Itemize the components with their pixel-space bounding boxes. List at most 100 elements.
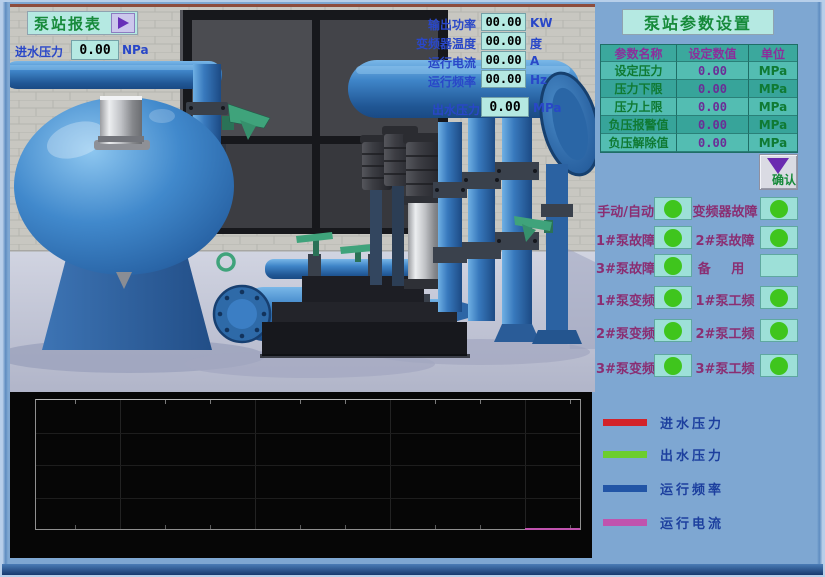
- table-row: 设定压力 0.00 MPa: [601, 62, 797, 80]
- lamp-pump2-vfd: [654, 319, 692, 342]
- parameter-table-header: 参数名称 设定数值 单位: [601, 45, 797, 62]
- param-unit: MPa: [749, 134, 797, 152]
- chart-gridline: [36, 498, 580, 499]
- inverter-temp-value: 00.00: [481, 32, 526, 50]
- confirm-button[interactable]: 确认: [759, 154, 798, 190]
- param-unit: MPa: [749, 80, 797, 98]
- lamp-circle: [664, 229, 682, 247]
- col-header-name: 参数名称: [601, 45, 677, 62]
- tank-gloss-2: [149, 109, 175, 123]
- param-unit: MPa: [749, 62, 797, 80]
- lamp-pump1-vfd: [654, 286, 692, 309]
- run-current-value: 00.00: [481, 51, 526, 69]
- report-button-label: 泵站报表: [34, 13, 102, 34]
- inverter-temp-label: 变频器温度: [404, 35, 476, 52]
- lamp-pump1-mains: [760, 286, 798, 309]
- inlet-pressure-unit: NPa: [122, 43, 149, 57]
- chart-bottom-ticks: [75, 525, 580, 529]
- pipe-foot: [494, 324, 540, 342]
- status-label-pump1-fault: 1#泵故障: [596, 230, 654, 249]
- lamp-circle: [770, 229, 788, 247]
- output-power-value: 00.00: [481, 13, 526, 31]
- table-row: 负压报警值 0.00 MPa: [601, 116, 797, 134]
- frame-edge-left: [2, 2, 8, 575]
- lamp-circle: [664, 357, 682, 375]
- table-row: 压力上限 0.00 MPa: [601, 98, 797, 116]
- output-power-unit: KW: [530, 16, 553, 30]
- lamp-pump3-fault: [654, 254, 692, 277]
- confirm-button-label: 确认: [772, 171, 796, 188]
- param-name: 负压报警值: [601, 116, 677, 134]
- inverter-temp-unit: 度: [530, 35, 542, 52]
- legend-label-frequency: 运行频率: [660, 479, 724, 498]
- output-power-label: 输出功率: [404, 16, 476, 33]
- report-button[interactable]: 泵站报表: [27, 11, 138, 35]
- inlet-pressure-label: 进水压力: [15, 43, 63, 60]
- param-name: 压力下限: [601, 80, 677, 98]
- trend-chart: [10, 392, 592, 558]
- chart-top-ticks: [75, 400, 580, 404]
- status-label-pump1-vfd: 1#泵变频: [596, 290, 654, 309]
- frame-edge-bottom: [2, 564, 823, 575]
- status-label-spare: 备 用: [692, 258, 758, 277]
- discharge-pipe-1: [438, 122, 462, 312]
- pump-room-rendering: 泵站报表 进水压力 0.00 NPa 输出功率 00.00 KW 变频器温度 0…: [10, 4, 595, 392]
- outlet-pressure-unit: MPa: [533, 101, 562, 115]
- run-frequency-value: 00.00: [481, 70, 526, 88]
- legend-label-outlet: 出水压力: [660, 445, 724, 464]
- legend-label-current: 运行电流: [660, 513, 724, 532]
- trend-plot-area: [35, 399, 581, 530]
- param-unit: MPa: [749, 116, 797, 134]
- col-header-unit: 单位: [749, 45, 797, 62]
- param-name: 设定压力: [601, 62, 677, 80]
- play-triangle-icon: [118, 17, 129, 29]
- chart-gridline: [36, 465, 580, 466]
- param-value[interactable]: 0.00: [677, 116, 749, 134]
- frame-edge-right: [817, 2, 823, 575]
- lamp-circle: [664, 257, 682, 275]
- status-label-pump2-vfd: 2#泵变频: [596, 323, 654, 342]
- parameter-table: 参数名称 设定数值 单位 设定压力 0.00 MPa 压力下限 0.00 MPa…: [600, 44, 798, 153]
- settings-panel-title: 泵站参数设置: [622, 9, 774, 35]
- param-value[interactable]: 0.00: [677, 134, 749, 152]
- lamp-pump2-fault: [760, 226, 798, 249]
- run-current-trace: [525, 528, 580, 530]
- run-frequency-unit: Hz: [530, 73, 547, 87]
- pump-station-hmi-screen: 泵站报表 进水压力 0.00 NPa 输出功率 00.00 KW 变频器温度 0…: [0, 0, 825, 577]
- outlet-pressure-label: 出水压力: [432, 101, 480, 118]
- param-value[interactable]: 0.00: [677, 80, 749, 98]
- run-frequency-label: 运行频率: [404, 73, 476, 90]
- lamp-circle: [770, 322, 788, 340]
- legend-swatch-outlet: [603, 451, 647, 458]
- discharge-pipe-2: [468, 116, 495, 321]
- ceiling-trim: [10, 4, 595, 7]
- lamp-circle: [770, 200, 788, 218]
- lamp-circle: [664, 322, 682, 340]
- pump-column-2: [392, 186, 404, 286]
- table-row: 负压解除值 0.00 MPa: [601, 134, 797, 152]
- param-unit: MPa: [749, 98, 797, 116]
- report-open-button[interactable]: [111, 13, 135, 33]
- legend-swatch-current: [603, 519, 647, 526]
- legend-swatch-inlet: [603, 419, 647, 426]
- status-label-pump3-mains: 3#泵工频: [692, 358, 758, 377]
- lamp-circle: [664, 289, 682, 307]
- lamp-circle: [770, 357, 788, 375]
- air-vent-cylinder: [94, 96, 150, 150]
- outlet-pressure-value: 0.00: [481, 97, 529, 117]
- table-row: 压力下限 0.00 MPa: [601, 80, 797, 98]
- lamp-circle: [770, 289, 788, 307]
- inlet-pressure-value: 0.00: [71, 40, 119, 60]
- lamp-manual-auto: [654, 197, 692, 220]
- param-value[interactable]: 0.00: [677, 62, 749, 80]
- legend-swatch-frequency: [603, 485, 647, 492]
- param-name: 压力上限: [601, 98, 677, 116]
- lamp-circle: [664, 200, 682, 218]
- lamp-pump1-fault: [654, 226, 692, 249]
- chart-gridline: [36, 433, 580, 434]
- param-value[interactable]: 0.00: [677, 98, 749, 116]
- lamp-pump3-mains: [760, 354, 798, 377]
- run-current-label: 运行电流: [404, 54, 476, 71]
- status-label-manual-auto: 手动/自动: [596, 201, 654, 220]
- status-label-pump3-fault: 3#泵故障: [596, 258, 654, 277]
